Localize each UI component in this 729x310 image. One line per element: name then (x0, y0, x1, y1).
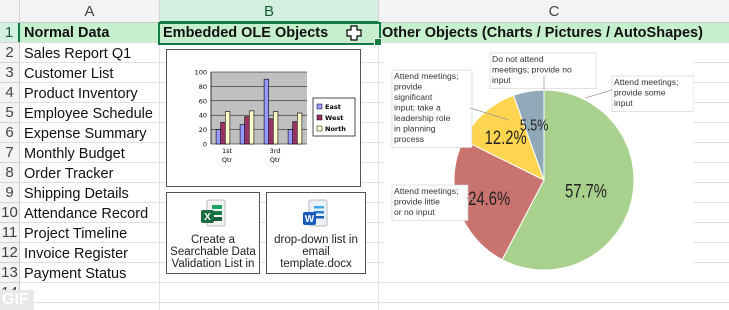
cell-a11[interactable]: Project Timeline (24, 224, 127, 244)
svg-text:W: W (305, 214, 315, 225)
pie-data-label: 24.6% (468, 188, 510, 209)
x-tick-label: Qtr (270, 156, 281, 164)
cell-a4[interactable]: Product Inventory (24, 84, 138, 104)
embedded-chart-object[interactable]: 100 80 60 40 20 0 1st Qtr 3rd Qtr East West North (166, 49, 361, 187)
cell-a3[interactable]: Customer List (24, 64, 113, 84)
legend-swatch (316, 103, 323, 110)
fill-handle[interactable] (374, 38, 382, 46)
y-tick-label: 100 (195, 69, 207, 77)
row-header-5[interactable]: 5 (0, 103, 20, 123)
bar-chart: 1008060402001stQtr3rdQtrEastWestNorth (195, 69, 356, 164)
y-tick-label: 20 (199, 126, 207, 134)
x-tick-label: Qtr (222, 156, 233, 164)
bar (297, 112, 303, 145)
excel-file-icon: X (201, 199, 226, 227)
column-header-b[interactable]: B (160, 0, 379, 23)
bar (215, 129, 221, 145)
x-tick-label: 3rd (270, 147, 281, 155)
legend-label: West (325, 114, 343, 122)
move-cursor-icon (346, 25, 362, 41)
row-header-13[interactable]: 13 (0, 263, 20, 283)
row-header-3[interactable]: 3 (0, 63, 20, 83)
row-header-1[interactable]: 1 (0, 23, 20, 43)
legend-label: East (325, 103, 341, 111)
bar (263, 78, 269, 145)
legend-label: North (325, 125, 346, 133)
word-file-icon: W (303, 199, 328, 227)
row-header-12[interactable]: 12 (0, 243, 20, 263)
embedded-excel-caption: Create a Searchable Data Validation List… (170, 234, 256, 270)
bar (287, 129, 293, 145)
pie-data-label: 5.5% (520, 117, 549, 135)
corner-select-all[interactable] (0, 0, 20, 23)
bar (244, 116, 250, 145)
column-header-a[interactable]: A (20, 0, 160, 23)
cell-a12[interactable]: Invoice Register (24, 244, 128, 264)
bar (239, 124, 245, 145)
bar (273, 111, 279, 145)
bar (292, 121, 298, 145)
legend-swatch (316, 114, 323, 121)
row-header-10[interactable]: 10 (0, 203, 20, 223)
cell-a1-header[interactable]: Normal Data (24, 23, 109, 43)
y-tick-label: 0 (203, 141, 207, 149)
grid-line (19, 302, 729, 303)
pie-chart: 57.7%24.6%12.2%5.5%Attend meetings; provi… (384, 50, 695, 271)
cell-a10[interactable]: Attendance Record (24, 204, 148, 224)
row-header-8[interactable]: 8 (0, 163, 20, 183)
pie-data-label: 57.7% (565, 181, 607, 202)
svg-text:X: X (204, 212, 211, 223)
cell-a9[interactable]: Shipping Details (24, 184, 129, 204)
bar (220, 122, 226, 145)
column-header-c[interactable]: C (379, 0, 729, 23)
cell-a8[interactable]: Order Tracker (24, 164, 113, 184)
row-header-4[interactable]: 4 (0, 83, 20, 103)
cell-a13[interactable]: Payment Status (24, 264, 126, 284)
bar (224, 111, 231, 145)
pie-chart-object[interactable]: 57.7% 24.6% 12.2% 5.5% Attend meetings; provi… (384, 50, 695, 271)
gif-watermark: GIF (0, 290, 34, 310)
row-header-2[interactable]: 2 (0, 43, 20, 63)
row-header-11[interactable]: 11 (0, 223, 20, 243)
y-tick-label: 60 (199, 97, 207, 105)
grid-line (378, 22, 379, 310)
embedded-excel-object[interactable]: X Create a Searchable Data Validation Li… (166, 192, 260, 274)
bar (268, 118, 274, 145)
legend-swatch (316, 125, 323, 132)
row-header-6[interactable]: 6 (0, 123, 20, 143)
cell-b1-header[interactable]: Embedded OLE Objects (163, 23, 328, 43)
cell-c1-header[interactable]: Other Objects (Charts / Pictures / AutoS… (382, 23, 703, 43)
row-header-9[interactable]: 9 (0, 183, 20, 203)
cell-a6[interactable]: Expense Summary (24, 124, 147, 144)
embedded-word-caption: drop-down list in email template.docx (274, 234, 358, 270)
embedded-word-object[interactable]: W drop-down list in email template.docx (266, 192, 366, 274)
cell-a2[interactable]: Sales Report Q1 (24, 44, 131, 64)
x-tick-label: 1st (222, 147, 233, 155)
cell-a7[interactable]: Monthly Budget (24, 144, 125, 164)
y-tick-label: 80 (199, 83, 207, 91)
y-tick-label: 40 (199, 112, 207, 120)
bar (249, 110, 255, 145)
grid-line (159, 22, 160, 310)
row-header-7[interactable]: 7 (0, 143, 20, 163)
cell-a5[interactable]: Employee Schedule (24, 104, 153, 124)
